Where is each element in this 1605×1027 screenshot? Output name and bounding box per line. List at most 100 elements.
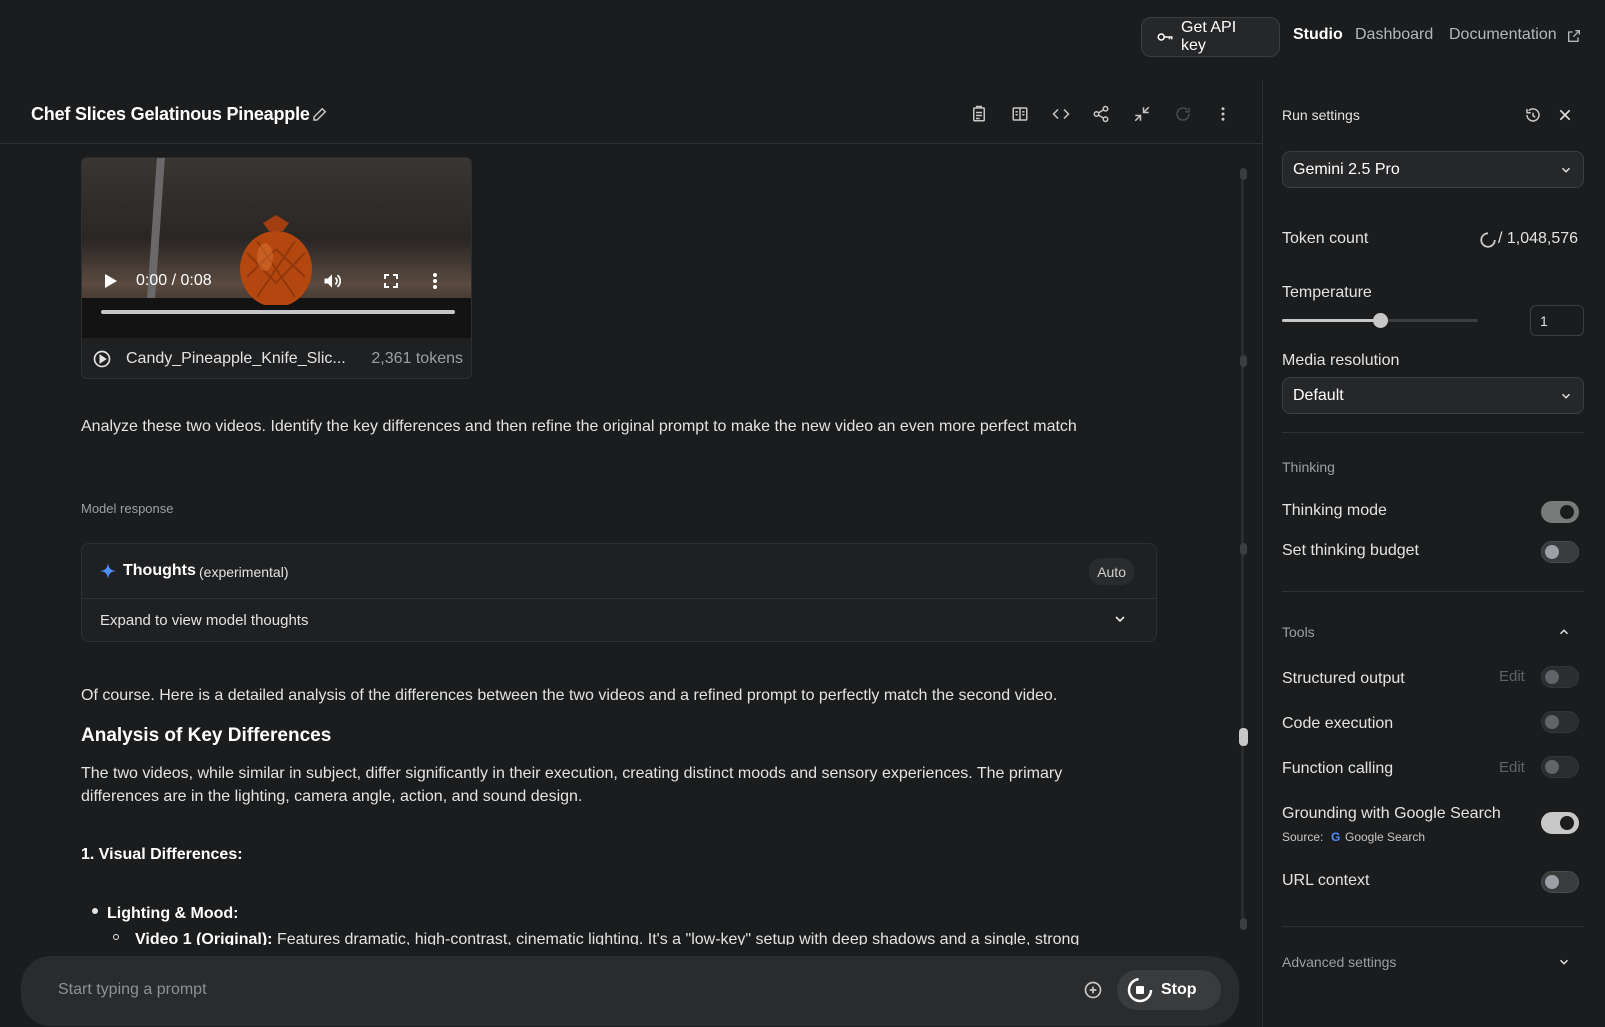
media-resolution-label: Media resolution	[1282, 352, 1400, 369]
scroll-marker[interactable]	[1240, 543, 1247, 555]
function-calling-edit[interactable]: Edit	[1499, 759, 1525, 776]
temperature-label: Temperature	[1282, 284, 1372, 301]
thinking-budget-label: Set thinking budget	[1282, 542, 1419, 559]
chevron-down-icon	[1559, 163, 1573, 177]
token-count-value: / 1,048,576	[1498, 230, 1579, 247]
edit-title-icon[interactable]	[311, 105, 329, 123]
play-circle-icon	[92, 349, 112, 369]
chevron-up-icon[interactable]	[1557, 625, 1571, 639]
get-api-key-button[interactable]: Get API key	[1141, 17, 1280, 57]
page-title: Chef Slices Gelatinous Pineapple	[31, 104, 310, 124]
structured-output-toggle[interactable]	[1541, 666, 1579, 688]
chevron-down-icon	[1559, 389, 1573, 403]
video-file-info: Candy_Pineapple_Knife_Slic... 2,361 toke…	[82, 338, 471, 378]
share-icon[interactable]	[1089, 102, 1113, 126]
thinking-mode-toggle[interactable]	[1541, 501, 1579, 523]
divider	[1282, 926, 1584, 927]
add-circle-icon[interactable]	[1083, 980, 1103, 1000]
scroll-marker[interactable]	[1240, 168, 1247, 180]
temperature-input[interactable]: 1	[1530, 305, 1584, 336]
sparkle-icon	[100, 563, 116, 579]
user-prompt: Analyze these two videos. Identify the k…	[81, 418, 1077, 435]
model-response-label: Model response	[81, 501, 174, 516]
video-attachment[interactable]: 0:00 / 0:08 Candy_Pineapple_Knife_Slic..…	[81, 157, 472, 379]
response-paragraph-line1: The two videos, while similar in subject…	[81, 765, 1063, 782]
nav-studio[interactable]: Studio	[1293, 26, 1343, 44]
media-resolution-select[interactable]: Default	[1282, 377, 1584, 414]
external-link-icon	[1566, 28, 1582, 44]
volume-icon[interactable]	[322, 271, 342, 291]
bullet-dot	[92, 908, 98, 914]
model-select[interactable]: Gemini 2.5 Pro	[1282, 151, 1584, 188]
refresh-icon[interactable]	[1171, 102, 1195, 126]
prompt-input[interactable]: Start typing a prompt	[58, 981, 207, 999]
loading-spinner-icon	[1479, 231, 1497, 249]
compare-arrows-icon[interactable]	[1130, 102, 1154, 126]
thoughts-header: Thoughts (experimental) Auto	[82, 544, 1156, 599]
divider	[1282, 591, 1584, 592]
divider	[1282, 432, 1584, 433]
thoughts-tag: (experimental)	[199, 564, 289, 580]
response-bullet-1: Lighting & Mood:	[107, 905, 239, 922]
token-count-label: Token count	[1282, 230, 1369, 247]
thoughts-panel: Thoughts (experimental) Auto Expand to v…	[81, 543, 1157, 642]
tools-section-label: Tools	[1282, 624, 1315, 640]
key-icon	[1156, 28, 1174, 46]
get-api-key-label: Get API key	[1181, 19, 1237, 54]
stop-label: Stop	[1161, 981, 1197, 998]
structured-output-edit[interactable]: Edit	[1499, 668, 1525, 685]
sub-bullet-bold: Video 1 (Original):	[135, 931, 273, 945]
video-player[interactable]: 0:00 / 0:08	[82, 158, 471, 338]
response-paragraph-line2: differences are in the lighting, camera …	[81, 788, 583, 805]
more-vert-icon[interactable]	[1211, 102, 1235, 126]
nav-documentation[interactable]: Documentation	[1449, 26, 1557, 44]
fullscreen-icon[interactable]	[383, 273, 399, 289]
url-context-label: URL context	[1282, 872, 1370, 889]
grounding-label: Grounding with Google Search	[1282, 805, 1501, 822]
scroll-marker[interactable]	[1240, 355, 1247, 367]
media-resolution-value: Default	[1293, 386, 1344, 404]
code-execution-toggle[interactable]	[1541, 711, 1579, 733]
grounding-source[interactable]: Google Search	[1345, 830, 1425, 844]
video-token-count: 2,361 tokens	[371, 350, 463, 367]
video-progress-bar[interactable]	[101, 310, 455, 314]
response-sub-bullet-clip: Video 1 (Original): Features dramatic, h…	[81, 927, 1211, 945]
stop-icon	[1127, 977, 1153, 1003]
temperature-slider-fill	[1282, 319, 1380, 322]
video-time: 0:00 / 0:08	[136, 272, 212, 289]
play-icon[interactable]	[104, 273, 118, 289]
nav-dashboard[interactable]: Dashboard	[1355, 26, 1433, 44]
function-calling-toggle[interactable]	[1541, 756, 1579, 778]
response-subheading: 1. Visual Differences:	[81, 846, 243, 863]
advanced-settings-label[interactable]: Advanced settings	[1282, 954, 1396, 970]
chevron-down-icon[interactable]	[1112, 611, 1128, 627]
temperature-slider-handle[interactable]	[1373, 313, 1388, 328]
response-intro: Of course. Here is a detailed analysis o…	[81, 687, 1058, 704]
run-settings-title: Run settings	[1282, 107, 1360, 123]
scroll-thumb[interactable]	[1239, 728, 1248, 746]
expand-thoughts-label: Expand to view model thoughts	[100, 612, 309, 629]
code-icon[interactable]	[1049, 102, 1073, 126]
video-filename: Candy_Pineapple_Knife_Slic...	[126, 350, 346, 367]
chevron-down-icon[interactable]	[1557, 955, 1571, 969]
stop-button[interactable]: Stop	[1117, 970, 1221, 1010]
thinking-budget-toggle[interactable]	[1541, 541, 1579, 563]
clipboard-icon[interactable]	[967, 102, 991, 126]
thoughts-title: Thoughts	[123, 562, 196, 579]
function-calling-label: Function calling	[1282, 760, 1394, 777]
code-execution-label: Code execution	[1282, 715, 1394, 732]
structured-output-label: Structured output	[1282, 670, 1405, 687]
thinking-mode-label: Thinking mode	[1282, 502, 1387, 519]
reset-settings-icon[interactable]	[1524, 106, 1542, 124]
url-context-toggle[interactable]	[1541, 871, 1579, 893]
model-select-value: Gemini 2.5 Pro	[1293, 160, 1400, 178]
expand-thoughts-row[interactable]: Expand to view model thoughts	[82, 599, 1156, 641]
video-more-icon[interactable]	[432, 272, 438, 290]
sub-bullet-circle	[113, 934, 119, 940]
compare-icon[interactable]	[1008, 102, 1032, 126]
grounding-toggle[interactable]	[1541, 812, 1579, 834]
grounding-source-label: Source:	[1282, 830, 1324, 844]
close-icon[interactable]	[1557, 107, 1573, 123]
scroll-marker[interactable]	[1240, 918, 1247, 930]
response-heading: Analysis of Key Differences	[81, 725, 332, 746]
